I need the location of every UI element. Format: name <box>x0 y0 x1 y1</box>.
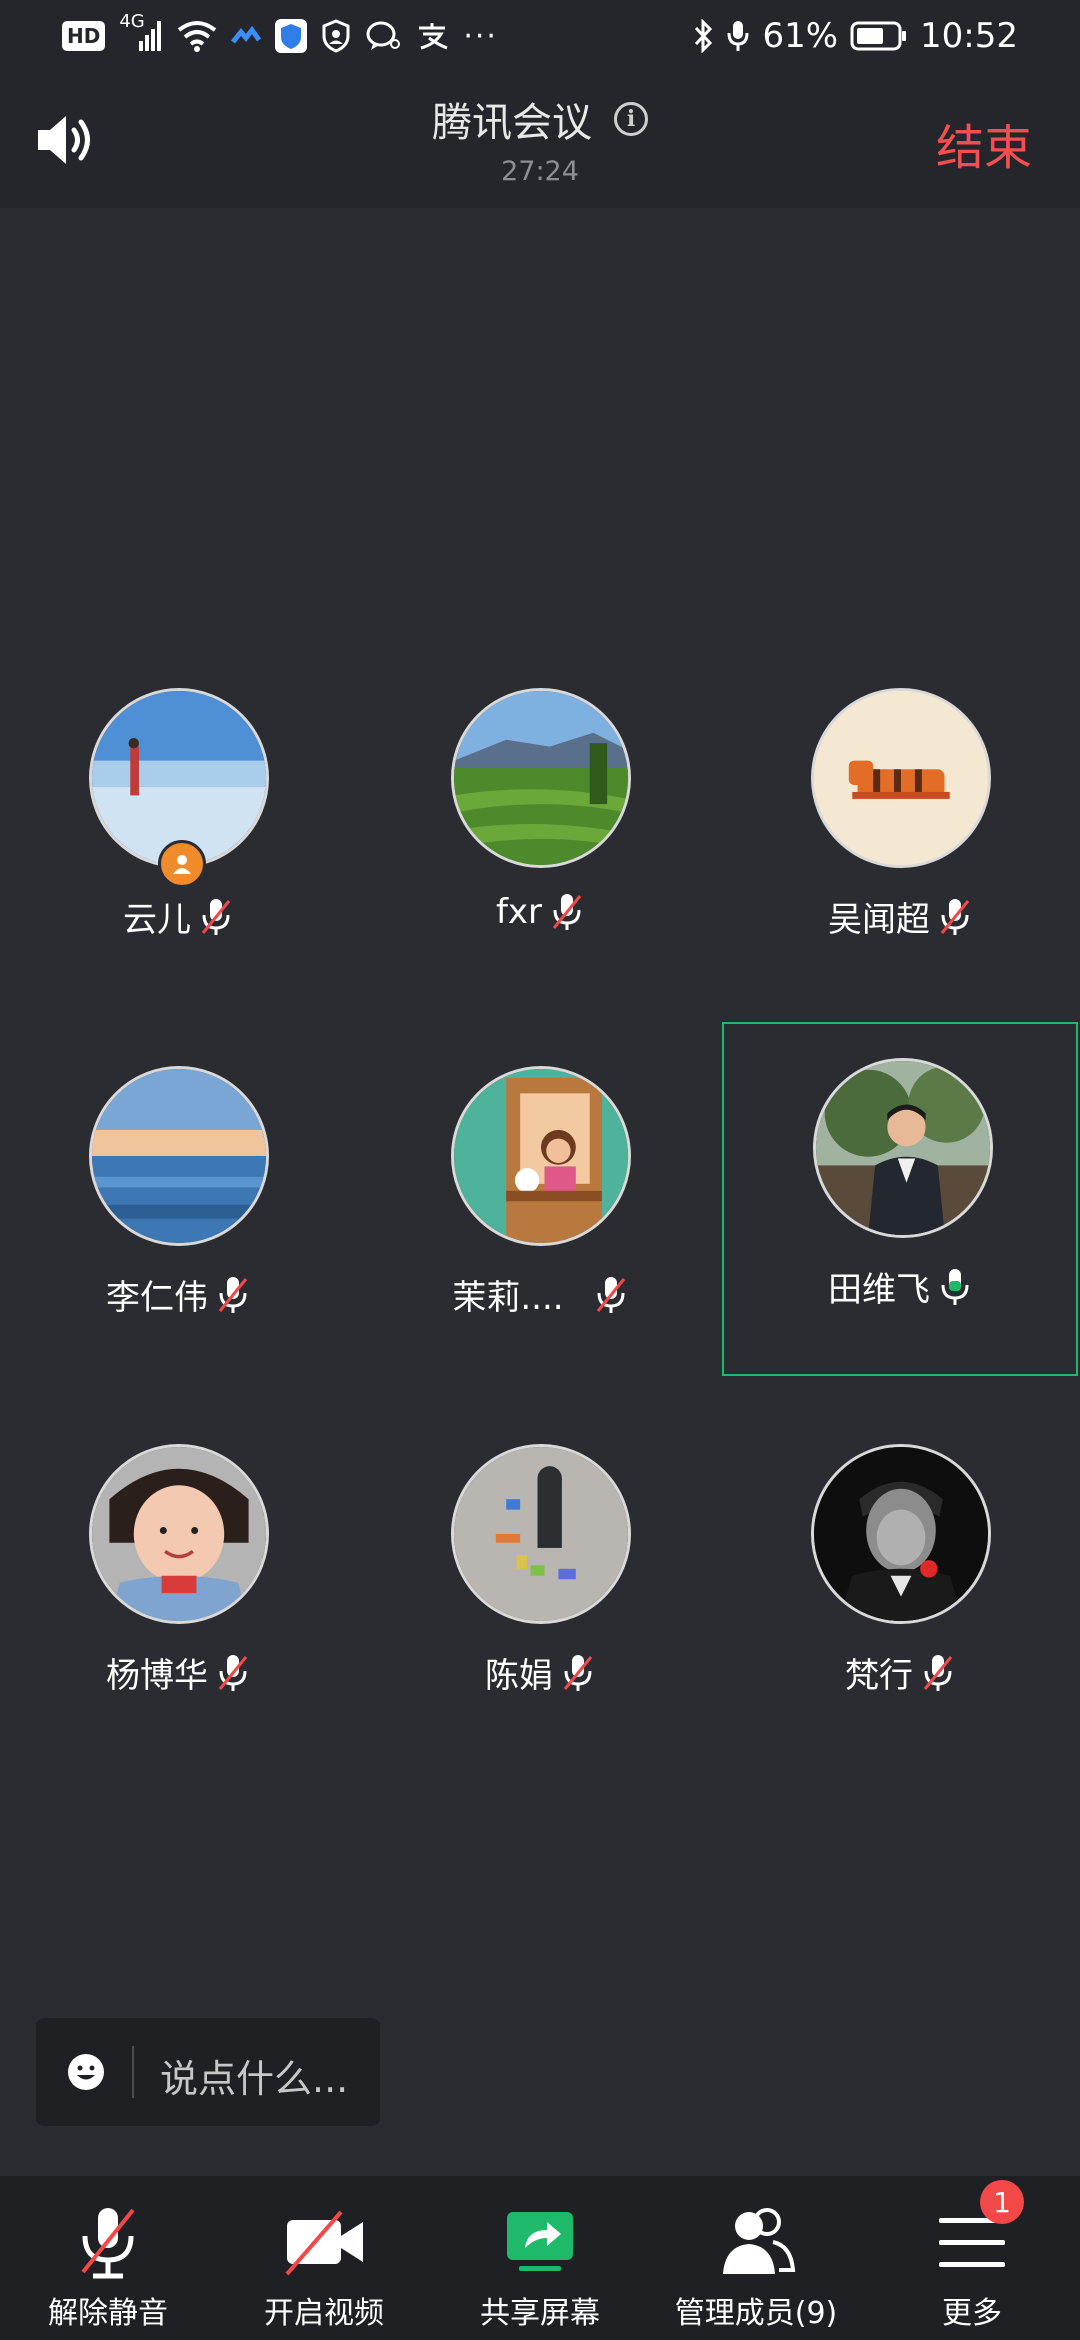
host-badge-icon <box>158 840 206 888</box>
participant-name-row: 杨博华 <box>0 1648 356 1697</box>
participant-tile[interactable]: 吴闻超 <box>722 680 1078 1034</box>
participant-name: 云儿 <box>123 900 191 940</box>
more-button[interactable]: 更多 <box>864 2176 1080 2340</box>
participant-name-row: 吴闻超 <box>722 892 1078 941</box>
start-video-label: 开启视频 <box>264 2296 384 2331</box>
info-icon[interactable]: i <box>614 102 648 136</box>
bluetooth-icon <box>695 19 713 53</box>
start-video-button[interactable]: 开启视频 <box>216 2176 432 2340</box>
avatar <box>451 1444 631 1624</box>
mic-muted-icon <box>218 1654 248 1691</box>
manage-members-button[interactable]: 管理成员(9) <box>648 2176 864 2340</box>
meeting-header: 腾讯会议 i 27:24 结束 <box>0 72 1080 208</box>
title-area: 腾讯会议 i 27:24 <box>0 90 1080 187</box>
participant-tile[interactable]: 梵行 <box>722 1436 1078 1790</box>
mic-muted-icon <box>552 894 582 930</box>
participant-name: 茉莉.... <box>452 1278 564 1318</box>
members-icon <box>723 2208 796 2274</box>
bottom-toolbar: 解除静音 开启视频 共享屏幕 管理成员(9) 更多 <box>0 2176 1080 2340</box>
emoji-icon[interactable] <box>66 2052 106 2092</box>
participant-name: 李仁伟 <box>106 1278 208 1318</box>
participant-name-row: 陈娟 <box>362 1648 718 1697</box>
participant-name-row: 云儿 <box>0 892 356 941</box>
participant-name-row: 茉莉.... <box>362 1270 718 1319</box>
participant-tile[interactable]: 云儿 <box>0 680 356 1034</box>
wifi-icon <box>178 21 217 52</box>
participant-tile-speaking[interactable]: 田维飞 <box>722 1022 1078 1376</box>
mic-muted-icon <box>563 1654 593 1691</box>
participant-name: 田维飞 <box>828 1270 930 1310</box>
avatar <box>811 1444 991 1624</box>
mic-muted-icon <box>923 1654 953 1691</box>
participant-tile[interactable]: 杨博华 <box>0 1436 356 1790</box>
status-bar-left: HD 4G ··· <box>62 11 498 58</box>
meeting-title: 腾讯会议 <box>432 100 592 146</box>
mic-muted-icon <box>596 1276 625 1313</box>
participant-name: 吴闻超 <box>828 900 930 940</box>
manage-members-label: 管理成员(9) <box>674 2296 838 2331</box>
video-off-icon <box>285 2210 363 2276</box>
participant-name: 陈娟 <box>485 1656 553 1696</box>
microphone-in-use-icon <box>727 21 749 51</box>
mic-muted-icon <box>940 898 970 935</box>
mic-muted-icon <box>201 898 231 935</box>
avatar <box>813 1058 993 1238</box>
participant-name-row: 李仁伟 <box>0 1270 356 1319</box>
alipay-icon <box>419 23 448 50</box>
participant-tile[interactable]: 李仁伟 <box>0 1058 356 1412</box>
battery-icon <box>850 21 907 51</box>
status-bar-right: 61% 10:52 <box>692 14 1018 58</box>
avatar <box>451 1066 631 1246</box>
participant-tile[interactable]: 茉莉.... <box>362 1058 718 1412</box>
status-bar: HD 4G ··· 61% 10:52 <box>0 0 1080 72</box>
title-row: 腾讯会议 i <box>432 90 648 148</box>
share-screen-button[interactable]: 共享屏幕 <box>432 2176 648 2340</box>
mic-muted-icon <box>218 1276 248 1313</box>
battery-percent: 61% <box>762 16 839 56</box>
participant-name: fxr <box>495 892 543 932</box>
chat-bubble-icon <box>366 21 401 50</box>
app-notify-icon <box>231 25 262 44</box>
unmute-button[interactable]: 解除静音 <box>0 2176 216 2340</box>
notification-badge: 1 <box>980 2180 1024 2224</box>
hd-icon: HD <box>62 21 106 51</box>
chat-input[interactable]: 说点什么... <box>36 2018 380 2126</box>
unmute-label: 解除静音 <box>48 2296 168 2331</box>
participant-tile[interactable]: 陈娟 <box>362 1436 718 1790</box>
more-notifications-icon: ··· <box>463 18 498 54</box>
chat-divider <box>132 2046 134 2098</box>
share-screen-label: 共享屏幕 <box>480 2296 600 2331</box>
participant-name-row: 田维飞 <box>724 1262 1076 1311</box>
clock: 10:52 <box>920 16 1018 56</box>
participant-name-row: 梵行 <box>722 1648 1078 1697</box>
mic-muted-icon <box>81 2208 135 2279</box>
participant-name: 梵行 <box>845 1656 913 1696</box>
avatar <box>89 1444 269 1624</box>
participant-name: 杨博华 <box>106 1656 208 1696</box>
cellular-signal-icon: 4G <box>119 11 163 53</box>
more-label: 更多 <box>942 2296 1002 2331</box>
chat-placeholder: 说点什么... <box>160 2057 349 2101</box>
share-screen-icon <box>507 2212 573 2271</box>
avatar <box>451 688 631 868</box>
shield-icon <box>275 19 308 53</box>
security-icon <box>322 19 350 53</box>
avatar <box>89 1066 269 1246</box>
participant-tile[interactable]: fxr <box>362 680 718 1034</box>
mic-active-icon <box>941 1268 969 1305</box>
meeting-timer: 27:24 <box>501 156 579 187</box>
end-meeting-button[interactable]: 结束 <box>936 108 1032 178</box>
avatar <box>811 688 991 868</box>
participant-name-row: fxr <box>362 892 718 932</box>
